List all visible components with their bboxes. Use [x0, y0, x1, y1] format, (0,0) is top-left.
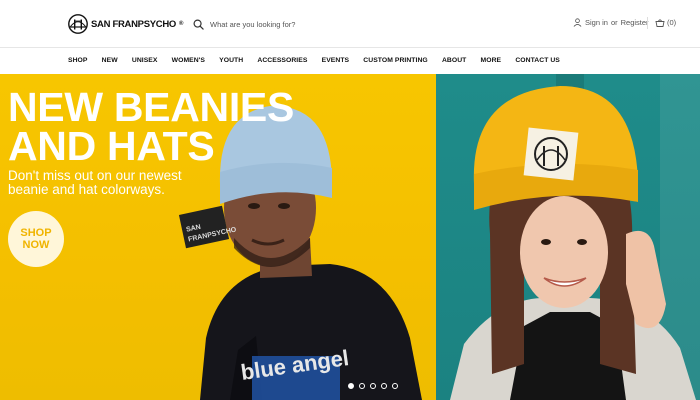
cart-icon — [655, 19, 665, 27]
nav-item-new[interactable]: NEW — [102, 57, 118, 64]
sign-in-link[interactable]: Sign in — [585, 18, 608, 27]
nav-item-womens[interactable]: WOMEN'S — [172, 57, 205, 64]
shop-now-line-1: SHOP — [20, 227, 52, 239]
search-icon[interactable] — [193, 19, 204, 30]
carousel-dot-2[interactable] — [359, 383, 365, 389]
brand-name: SAN FRANPSYCHO — [91, 18, 177, 30]
cart-count: (0) — [667, 18, 677, 27]
user-icon — [573, 18, 582, 27]
account-links: Sign in or Register — [573, 18, 649, 27]
shop-now-line-2: NOW — [22, 239, 50, 251]
account-or-text: or — [610, 18, 618, 27]
search-input[interactable] — [210, 19, 370, 29]
nav-item-more[interactable]: MORE — [481, 57, 502, 64]
nav-item-shop[interactable]: SHOP — [68, 57, 87, 64]
hero-subtitle: Don't miss out on our newest beanie and … — [8, 168, 182, 197]
nav-item-about[interactable]: ABOUT — [442, 57, 466, 64]
nav-item-events[interactable]: EVENTS — [322, 57, 350, 64]
nav-item-contact-us[interactable]: CONTACT US — [515, 57, 560, 64]
nav-item-accessories[interactable]: ACCESSORIES — [257, 57, 307, 64]
carousel-dot-1[interactable] — [348, 383, 354, 389]
carousel-dot-3[interactable] — [370, 383, 376, 389]
brand-logo[interactable]: SAN FRANPSYCHO ® — [68, 14, 183, 34]
carousel-dot-5[interactable] — [392, 383, 398, 389]
hero-title: NEW BEANIES AND HATS — [8, 84, 295, 169]
register-link[interactable]: Register — [621, 18, 649, 27]
hero-banner[interactable]: blue angel SAN FRANPSYCHO NEW BEANIES AN… — [0, 74, 700, 400]
carousel-dots — [348, 383, 398, 389]
search-bar[interactable] — [193, 17, 370, 31]
main-nav: SHOP NEW UNISEX WOMEN'S YOUTH ACCESSORIE… — [0, 48, 700, 74]
site-header: SAN FRANPSYCHO ® Sign in or Register (0) — [0, 0, 700, 48]
hero-title-line-2: AND HATS — [8, 123, 215, 169]
brand-trademark: ® — [179, 21, 184, 27]
bridge-logo-icon — [68, 14, 88, 34]
nav-item-unisex[interactable]: UNISEX — [132, 57, 158, 64]
model-yellow-beanie-illustration — [450, 86, 696, 400]
cart-button[interactable]: (0) — [655, 18, 676, 27]
nav-item-custom-printing[interactable]: CUSTOM PRINTING — [363, 57, 427, 64]
nav-item-youth[interactable]: YOUTH — [219, 57, 243, 64]
header-divider — [647, 17, 648, 29]
hero-title-line-1: NEW BEANIES — [8, 84, 295, 130]
carousel-dot-4[interactable] — [381, 383, 387, 389]
shop-now-button[interactable]: SHOP NOW — [8, 211, 64, 267]
